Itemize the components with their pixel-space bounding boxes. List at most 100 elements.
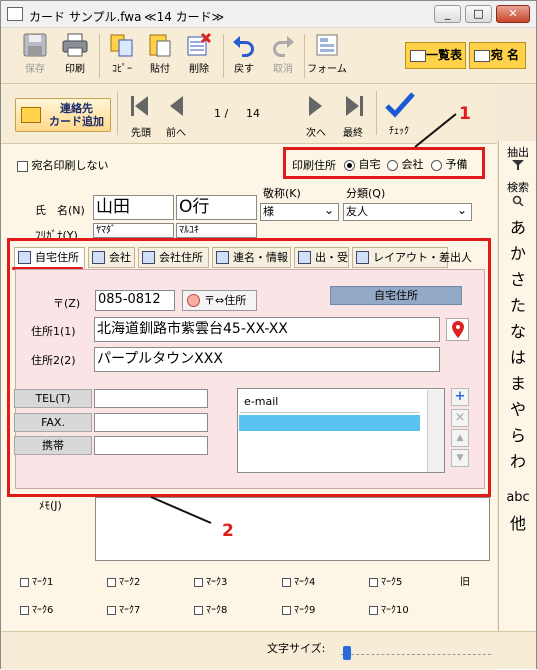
index-abc[interactable]: abc <box>499 485 537 511</box>
copy-button[interactable]: ｺﾋﾟｰ <box>102 32 142 82</box>
tab-home-address[interactable]: 自宅住所 <box>14 247 85 269</box>
fax-field[interactable] <box>94 413 208 432</box>
extract-label: 抽出 <box>507 146 529 159</box>
checkbox-box[interactable] <box>17 160 28 172</box>
index-na[interactable]: な <box>499 319 537 345</box>
undo-button[interactable]: 戻す <box>224 32 264 82</box>
paste-button[interactable]: 貼付 <box>140 32 180 82</box>
index-sa[interactable]: さ <box>499 267 537 293</box>
card-total: 14 <box>246 107 260 120</box>
next-card-button[interactable]: 次へ <box>301 93 331 139</box>
first-name-kana-field[interactable]: ﾏﾙﾕｷ <box>176 223 257 238</box>
mail-icon <box>298 251 311 264</box>
index-ta[interactable]: た <box>499 293 537 319</box>
checkbox-box[interactable] <box>20 577 29 587</box>
mark-5-checkbox[interactable]: ﾏｰｸ5 <box>369 573 402 588</box>
tab-sent-received[interactable]: 出・受 <box>294 247 349 268</box>
no-address-print-checkbox[interactable]: 宛名印刷しない <box>17 157 109 173</box>
checkbox-box[interactable] <box>194 605 203 615</box>
maximize-button[interactable]: □ <box>465 5 492 23</box>
email-list[interactable]: e-mail <box>237 388 445 473</box>
add-contact-card-button[interactable]: 連絡先 カード追加 <box>15 98 111 132</box>
checkbox-box[interactable] <box>282 577 291 587</box>
checkmark-icon <box>385 92 415 118</box>
search-button[interactable]: 検索 <box>499 179 537 209</box>
memo-field[interactable] <box>95 497 490 561</box>
address-print-button[interactable]: 宛 名 <box>469 42 526 69</box>
tab-layout-sender[interactable]: レイアウト・差出人 <box>352 247 472 268</box>
checkbox-box[interactable] <box>20 605 29 615</box>
mark-10-checkbox[interactable]: ﾏｰｸ10 <box>369 601 409 616</box>
extract-filter-button[interactable]: 抽出 <box>499 144 537 173</box>
address1-field[interactable]: 北海道釧路市紫雲台45-XX-XX <box>94 317 440 342</box>
first-name-field[interactable]: O行 <box>176 195 257 220</box>
last-name-field[interactable]: 山田 <box>93 195 174 220</box>
index-ha[interactable]: は <box>499 345 537 371</box>
index-ra[interactable]: ら <box>499 423 537 449</box>
checkbox-box[interactable] <box>194 577 203 587</box>
mark-3-checkbox[interactable]: ﾏｰｸ3 <box>194 573 227 588</box>
form-button[interactable]: フォーム <box>307 32 347 82</box>
radio-unselected[interactable] <box>431 159 442 171</box>
tel-field[interactable] <box>94 389 208 408</box>
mark-1-checkbox[interactable]: ﾏｰｸ1 <box>20 573 53 588</box>
index-ma[interactable]: ま <box>499 371 537 397</box>
close-button[interactable]: ✕ <box>496 5 530 23</box>
print-option-spare[interactable]: 予備 <box>431 156 468 172</box>
move-up-button[interactable]: ▲ <box>451 429 469 447</box>
check-label: ﾁｪｯｸ <box>389 126 409 137</box>
font-size-slider-track[interactable] <box>341 654 491 655</box>
last-name-kana-field[interactable]: ﾔﾏﾀﾞ <box>93 223 174 238</box>
list-view-button[interactable]: 一覧表 <box>405 42 466 69</box>
mark-9-checkbox[interactable]: ﾏｰｸ9 <box>282 601 315 616</box>
index-a[interactable]: あ <box>499 215 537 241</box>
check-button[interactable]: ﾁｪｯｸ <box>384 91 415 137</box>
tab-company-address[interactable]: 会社住所 <box>138 247 209 268</box>
delete-label: 削除 <box>189 64 209 75</box>
checkbox-box[interactable] <box>369 605 378 615</box>
delete-button[interactable]: 削除 <box>179 32 219 82</box>
previous-card-button[interactable]: 前へ <box>161 93 191 139</box>
index-other[interactable]: 他 <box>499 511 537 537</box>
index-wa[interactable]: わ <box>499 449 537 475</box>
map-button[interactable] <box>446 318 469 341</box>
checkbox-box[interactable] <box>369 577 378 587</box>
mark-8-checkbox[interactable]: ﾏｰｸ8 <box>194 601 227 616</box>
mark-4-checkbox[interactable]: ﾏｰｸ4 <box>282 573 315 588</box>
redo-button[interactable]: 取消 <box>263 32 303 82</box>
toolbar-divider <box>99 34 100 78</box>
mobile-field[interactable] <box>94 436 208 455</box>
tab-company[interactable]: 会社 <box>88 247 135 268</box>
checkbox-box[interactable] <box>282 605 291 615</box>
add-email-button[interactable]: + <box>451 388 469 406</box>
tab-joint-names-info[interactable]: 連名・情報 <box>212 247 291 268</box>
minimize-button[interactable]: _ <box>434 5 461 23</box>
font-size-slider-thumb[interactable] <box>343 646 351 660</box>
previous-label: 前へ <box>166 128 186 139</box>
mark-6-checkbox[interactable]: ﾏｰｸ6 <box>20 601 53 616</box>
honorific-dropdown[interactable]: 様 <box>260 203 339 221</box>
last-card-button[interactable]: 最終 <box>338 93 368 139</box>
email-selected-row[interactable] <box>239 415 420 431</box>
postal-code-field[interactable]: 085-0812 <box>95 290 175 311</box>
save-icon <box>23 33 47 57</box>
first-card-button[interactable]: 先頭 <box>126 93 156 139</box>
print-option-home[interactable]: 自宅 <box>344 156 381 172</box>
move-down-button[interactable]: ▼ <box>451 449 469 467</box>
zip-to-address-button[interactable]: 〒⇔住所 <box>182 290 257 311</box>
index-ya[interactable]: や <box>499 397 537 423</box>
print-option-company[interactable]: 会社 <box>387 156 424 172</box>
print-button[interactable]: 印刷 <box>55 32 95 82</box>
radio-unselected[interactable] <box>387 159 398 171</box>
checkbox-box[interactable] <box>107 577 116 587</box>
radio-selected[interactable] <box>344 159 355 171</box>
address2-field[interactable]: パープルタウンXXX <box>94 347 440 372</box>
checkbox-box[interactable] <box>107 605 116 615</box>
email-scrollbar[interactable] <box>427 390 444 472</box>
mark-7-checkbox[interactable]: ﾏｰｸ7 <box>107 601 140 616</box>
remove-email-button[interactable]: × <box>451 409 469 427</box>
mark-2-checkbox[interactable]: ﾏｰｸ2 <box>107 573 140 588</box>
category-dropdown[interactable]: 友人 <box>343 203 472 221</box>
index-ka[interactable]: か <box>499 241 537 267</box>
save-button[interactable]: 保存 <box>15 32 55 82</box>
